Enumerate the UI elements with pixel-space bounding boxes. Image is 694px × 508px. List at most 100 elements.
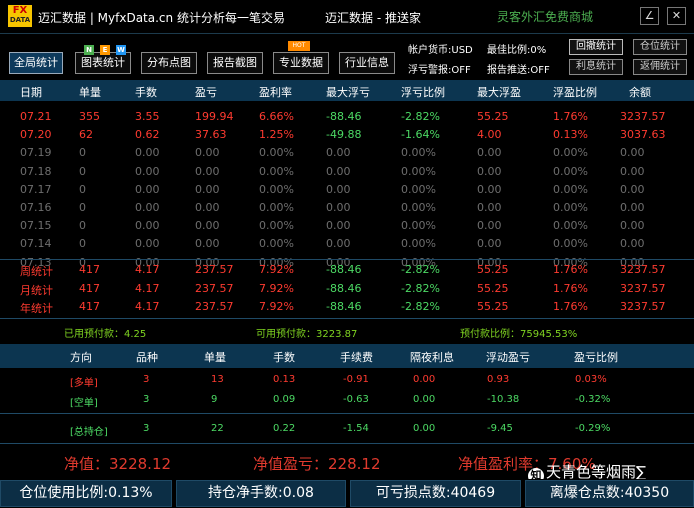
cell-balance: 3237.57	[620, 110, 666, 123]
cell-balance: 0.00	[620, 237, 645, 251]
cell-pnl: 0.00	[195, 164, 220, 178]
table-row: 07.20 62 0.62 37.63 1.25% -49.88 -1.64% 4.00 0.1…	[0, 126, 694, 144]
cell-max-gain: 55.25	[477, 110, 509, 123]
distribution-chart-button[interactable]: 分布点图	[141, 52, 197, 74]
logo-text-top: FX	[12, 5, 28, 16]
global-stats-button[interactable]: 全局统计	[9, 52, 63, 74]
header-gain-ratio: 浮盈比例	[553, 86, 597, 99]
cell-lots: 0.22	[273, 423, 296, 434]
cell-direction: [空单]	[70, 398, 98, 409]
cell-loss-ratio: 0.00%	[401, 182, 436, 196]
cell-pnl-ratio: -0.32%	[575, 394, 611, 405]
pro-data-button[interactable]: HOT 专业数据	[273, 41, 329, 74]
float-loss-alert[interactable]: 浮亏警报:OFF	[408, 61, 471, 76]
close-icon[interactable]: ✕	[667, 7, 686, 25]
cell-gain-ratio: 1.76%	[553, 110, 588, 123]
cell-lots: 4.17	[135, 300, 160, 313]
report-push[interactable]: 报告推送:OFF	[487, 61, 550, 76]
header-symbol: 品种	[136, 351, 158, 364]
header-balance: 余额	[629, 86, 651, 99]
table-row: 07.17 0 0.00 0.00 0.00% 0.00 0.00% 0.00 0.00% 0.0…	[0, 181, 694, 199]
cell-gain-ratio: 0.13%	[553, 128, 588, 142]
cell-date: 07.20	[20, 128, 52, 142]
cell-pnl: 237.57	[195, 300, 234, 313]
cell-lots: 0.09	[273, 394, 296, 405]
position-stats-button[interactable]: 仓位统计	[633, 39, 687, 55]
cell-lots: 0.62	[135, 128, 160, 142]
cell-count: 62	[79, 128, 93, 142]
cell-balance: 0.00	[620, 146, 645, 160]
cell-max-gain: 0.00	[477, 237, 502, 251]
cell-lots: 4.17	[135, 281, 160, 295]
cell-count: 0	[79, 219, 86, 233]
cell-balance: 3037.63	[620, 128, 666, 142]
cell-max-gain: 4.00	[477, 128, 502, 142]
cell-count: 0	[79, 201, 86, 214]
cell-date: 周统计	[20, 265, 53, 278]
cell-gain-ratio: 1.76%	[553, 263, 588, 276]
cell-count: 0	[79, 182, 86, 196]
divider	[0, 259, 694, 260]
cell-rate: 7.92%	[259, 300, 294, 313]
minimize-icon[interactable]: ∠	[640, 7, 659, 25]
industry-info-button[interactable]: 行业信息	[339, 52, 395, 74]
cell-date: 月统计	[20, 283, 53, 297]
cell-count: 0	[79, 164, 86, 178]
cell-date: 07.17	[20, 182, 52, 196]
cell-max-loss: 0.00	[326, 146, 351, 160]
header-pnl-ratio: 盈亏比例	[574, 351, 618, 364]
header-rate: 盈利率	[259, 86, 292, 99]
position-row: [多单] 3 13 0.13 -0.91 0.00 0.93 0.03%	[0, 373, 694, 391]
cell-loss-ratio: -2.82%	[401, 300, 440, 313]
cell-date: 07.18	[20, 164, 52, 178]
total-row: 周统计 417 4.17 237.57 7.92% -88.46 -2.82% 55.25 1.…	[0, 261, 694, 279]
cell-lots: 0.13	[273, 374, 296, 385]
table-row: 07.19 0 0.00 0.00 0.00% 0.00 0.00% 0.00 0.00% 0.0…	[0, 144, 694, 162]
position-row: [总持仓] 3 22 0.22 -1.54 0.00 -9.45 -0.29%	[0, 422, 694, 440]
cell-max-gain: 55.25	[477, 281, 509, 295]
cell-count: 9	[211, 394, 218, 405]
report-screenshot-button[interactable]: 报告截图	[207, 52, 263, 74]
cell-loss-ratio: 0.00%	[401, 201, 436, 214]
cell-swap: 0.00	[413, 394, 436, 405]
cell-float-pnl: -10.38	[487, 394, 520, 405]
shop-link[interactable]: 灵客外汇免费商城	[497, 8, 593, 25]
net-position-lots: 持仓净手数:0.08	[176, 480, 346, 507]
cell-max-gain: 0.00	[477, 182, 502, 196]
new-badge-e: E	[100, 45, 110, 55]
chart-stats-button[interactable]: N E W 图表统计	[75, 45, 131, 74]
header-max-loss: 最大浮亏	[326, 86, 370, 99]
cell-pnl: 0.00	[195, 219, 220, 233]
account-currency: 帐户货币:USD	[408, 45, 473, 56]
cell-date: 07.16	[20, 201, 52, 214]
cell-rate: 0.00%	[259, 164, 294, 178]
cell-symbol: 3	[143, 374, 150, 385]
cell-balance: 3237.57	[620, 281, 666, 295]
cell-max-loss: -49.88	[326, 128, 362, 142]
best-ratio: 最佳比例:0%	[487, 45, 547, 56]
cell-lots: 4.17	[135, 263, 160, 276]
used-margin: 已用预付款：4.25	[64, 329, 147, 340]
header-direction: 方向	[70, 351, 92, 364]
chart-stats-label: 图表统计	[81, 56, 125, 69]
cell-gain-ratio: 1.76%	[553, 300, 588, 313]
position-usage-ratio: 仓位使用比例:0.13%	[0, 480, 172, 507]
cell-symbol: 3	[143, 394, 150, 405]
cell-loss-ratio: 0.00%	[401, 146, 436, 160]
table-row: 07.14 0 0.00 0.00 0.00% 0.00 0.00% 0.00 0.00% 0.0…	[0, 235, 694, 253]
divider	[0, 413, 694, 414]
cell-pnl: 0.00	[195, 182, 220, 196]
cell-direction: [多单]	[70, 378, 98, 389]
cell-balance: 0.00	[620, 201, 645, 214]
interest-stats-button[interactable]: 利息统计	[569, 59, 623, 75]
cell-max-gain: 0.00	[477, 201, 502, 214]
cell-loss-ratio: -2.82%	[401, 110, 440, 123]
cell-symbol: 3	[143, 423, 150, 434]
drawdown-stats-button[interactable]: 回撤统计	[569, 39, 623, 55]
rebate-stats-button[interactable]: 返佣统计	[633, 59, 687, 75]
cell-count: 355	[79, 110, 100, 123]
header-lots: 手数	[135, 86, 157, 99]
window-title: 迈汇数据 - 推送家	[325, 11, 421, 25]
cell-balance: 0.00	[620, 182, 645, 196]
cell-max-loss: 0.00	[326, 237, 351, 251]
